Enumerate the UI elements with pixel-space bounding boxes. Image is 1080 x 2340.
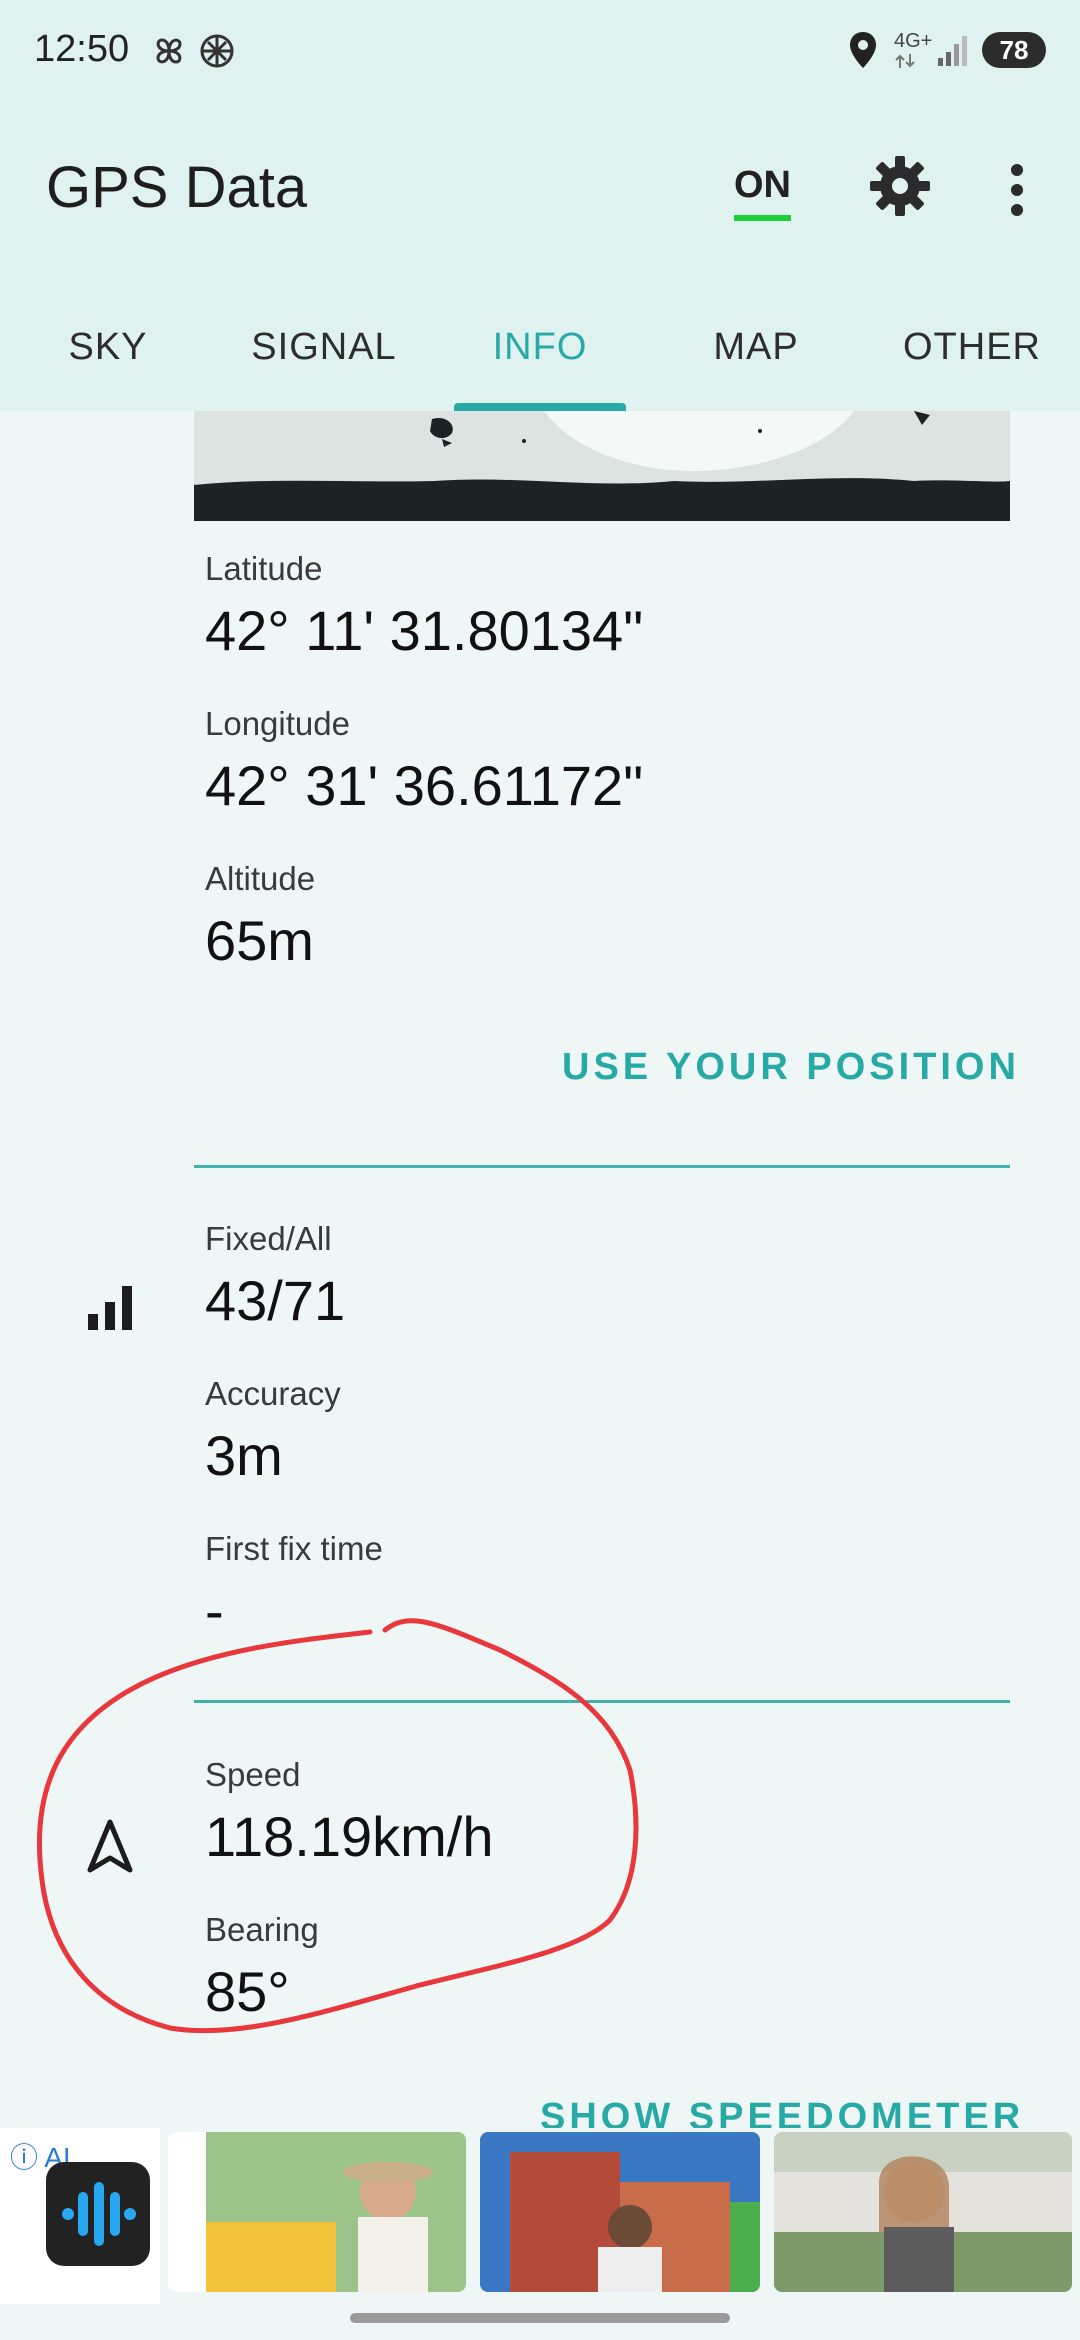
ad-image-woman-car[interactable] bbox=[168, 2132, 466, 2292]
speed-label: Speed bbox=[205, 1756, 301, 1793]
section-divider bbox=[194, 1700, 1010, 1703]
tab-sky[interactable]: SKY bbox=[0, 300, 216, 411]
ad-image-man-building[interactable] bbox=[480, 2132, 760, 2292]
section-divider bbox=[194, 1165, 1010, 1168]
accuracy-value: 3m bbox=[205, 1424, 283, 1487]
gps-on-toggle[interactable]: ON bbox=[734, 164, 791, 221]
app-logo-icon bbox=[62, 2182, 136, 2246]
fixed-all-value: 43/71 bbox=[205, 1269, 346, 1332]
ad-image-woman-phone[interactable] bbox=[774, 2132, 1072, 2292]
first-fix-time-value: - bbox=[205, 1579, 224, 1642]
map-image bbox=[194, 411, 1010, 521]
ad-logo-panel: ⓘ AI bbox=[0, 2128, 160, 2304]
location-pin-icon bbox=[850, 32, 876, 68]
tab-bar: SKY SIGNAL INFO MAP OTHER bbox=[0, 300, 1080, 411]
signal-bars-icon bbox=[88, 1286, 132, 1330]
toolbar: GPS Data ON bbox=[0, 130, 1080, 250]
longitude-label: Longitude bbox=[205, 705, 350, 742]
cell-signal-icon bbox=[938, 36, 967, 66]
accuracy-label: Accuracy bbox=[205, 1375, 341, 1412]
altitude-value: 65m bbox=[205, 909, 314, 972]
latitude-label: Latitude bbox=[205, 550, 323, 587]
gesture-home-bar[interactable] bbox=[350, 2313, 730, 2323]
tab-signal[interactable]: SIGNAL bbox=[216, 300, 432, 411]
first-fix-time-label: First fix time bbox=[205, 1530, 383, 1567]
battery-indicator: 78 bbox=[982, 32, 1046, 68]
ad-banner[interactable]: ⓘ AI bbox=[0, 2128, 1080, 2304]
pinwheel-icon bbox=[156, 38, 182, 64]
tab-map[interactable]: MAP bbox=[648, 300, 864, 411]
fixed-all-label: Fixed/All bbox=[205, 1220, 332, 1257]
tab-other[interactable]: OTHER bbox=[864, 300, 1080, 411]
ai-knot-icon bbox=[200, 34, 234, 68]
latitude-value: 42° 11' 31.80134" bbox=[205, 599, 644, 662]
app-bar: 12:50 4G+ 78 GPS Data ON SKY SIGNAL INFO… bbox=[0, 0, 1080, 411]
use-your-position-button[interactable]: USE YOUR POSITION bbox=[562, 1046, 1020, 1089]
bearing-label: Bearing bbox=[205, 1911, 319, 1948]
tab-info[interactable]: INFO bbox=[432, 300, 648, 411]
app-title: GPS Data bbox=[46, 155, 308, 220]
status-bar: 12:50 4G+ 78 bbox=[0, 0, 1080, 100]
world-map-preview bbox=[194, 411, 1010, 521]
navigation-arrow-icon bbox=[87, 1819, 133, 1873]
data-arrows-icon bbox=[895, 54, 915, 68]
network-type-label: 4G+ bbox=[894, 30, 933, 52]
gear-icon[interactable] bbox=[868, 154, 932, 218]
altitude-label: Altitude bbox=[205, 860, 316, 897]
status-time: 12:50 bbox=[34, 28, 130, 70]
more-options-icon[interactable] bbox=[1002, 160, 1032, 220]
speed-value: 118.19km/h bbox=[205, 1805, 494, 1868]
longitude-value: 42° 31' 36.61172" bbox=[205, 754, 644, 817]
bearing-value: 85° bbox=[205, 1960, 290, 2023]
ad-app-logo bbox=[46, 2162, 150, 2266]
